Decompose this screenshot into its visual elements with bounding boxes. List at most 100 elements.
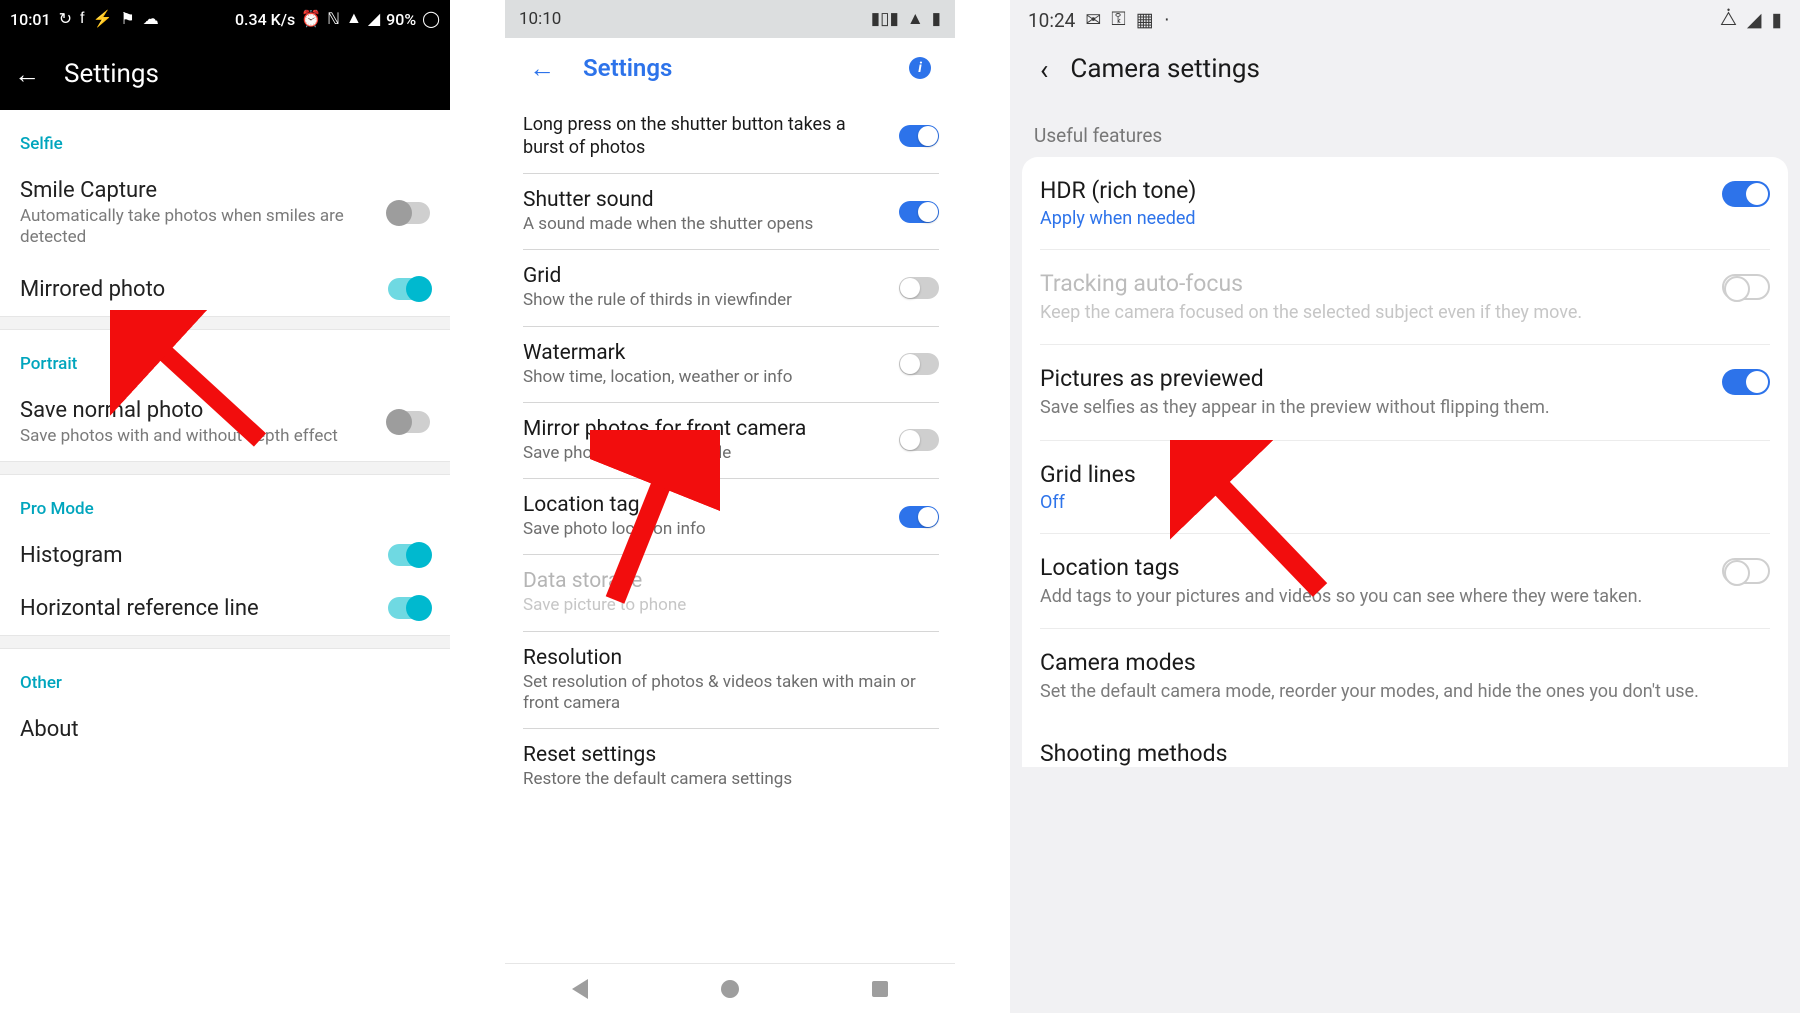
- smile-toggle[interactable]: [388, 202, 430, 224]
- gmail-icon: ✉: [1085, 9, 1101, 32]
- row-grid-lines[interactable]: Grid lines Off: [1040, 441, 1770, 534]
- row-about[interactable]: About: [0, 703, 450, 756]
- back-icon[interactable]: ←: [14, 59, 40, 90]
- reset-title: Reset settings: [523, 743, 939, 767]
- row-pictures-as-previewed[interactable]: Pictures as previewed Save selfies as th…: [1040, 345, 1770, 440]
- row-reset-settings[interactable]: Reset settings Restore the default camer…: [523, 729, 939, 804]
- battery-icon: ▮: [1772, 9, 1782, 32]
- facebook-icon: f: [80, 10, 84, 28]
- loc-toggle[interactable]: [899, 506, 939, 528]
- cmodes-sub: Set the default camera mode, reorder you…: [1040, 680, 1770, 703]
- ltags-sub: Add tags to your pictures and videos so …: [1040, 585, 1706, 608]
- info-icon[interactable]: i: [909, 57, 931, 79]
- pap-title: Pictures as previewed: [1040, 365, 1706, 392]
- back-icon[interactable]: ←: [529, 53, 555, 84]
- taf-sub: Keep the camera focused on the selected …: [1040, 301, 1706, 324]
- row-hdr[interactable]: HDR (rich tone) Apply when needed: [1040, 157, 1770, 250]
- row-shooting-methods[interactable]: Shooting methods: [1022, 724, 1788, 767]
- row-watermark[interactable]: Watermark Show time, location, weather o…: [523, 327, 939, 403]
- hdr-title: HDR (rich tone): [1040, 177, 1706, 204]
- histogram-toggle[interactable]: [388, 544, 430, 566]
- row-grid[interactable]: Grid Show the rule of thirds in viewfind…: [523, 250, 939, 326]
- cmodes-title: Camera modes: [1040, 649, 1770, 676]
- res-title: Resolution: [523, 646, 939, 670]
- gap: [450, 0, 505, 1013]
- chat-icon: ☁: [143, 9, 159, 29]
- vibrate-icon: ▮▯▮: [871, 9, 899, 29]
- save-normal-toggle[interactable]: [388, 411, 430, 433]
- burst-toggle[interactable]: [899, 125, 939, 147]
- status-net: 0.34 K/s: [235, 10, 295, 29]
- battery-icon: ◯: [422, 9, 440, 29]
- divider: [0, 635, 450, 649]
- dot-icon: ·: [1164, 9, 1170, 31]
- wm-sub: Show time, location, weather or info: [523, 367, 887, 388]
- mirrored-toggle[interactable]: [388, 278, 430, 300]
- row-smile-capture[interactable]: Smile Capture Automatically take photos …: [0, 164, 450, 263]
- gridlines-sub: Off: [1040, 492, 1770, 513]
- mirror-title: Mirror photos for front camera: [523, 417, 887, 441]
- nav-home-icon[interactable]: [721, 980, 739, 998]
- shutter-toggle[interactable]: [899, 201, 939, 223]
- about-title: About: [20, 717, 430, 742]
- row-horizontal-ref[interactable]: Horizontal reference line: [0, 582, 450, 635]
- taf-title: Tracking auto-focus: [1040, 270, 1706, 297]
- app-bar: ← Settings i: [505, 38, 955, 98]
- row-camera-modes[interactable]: Camera modes Set the default camera mode…: [1040, 629, 1770, 723]
- row-resolution[interactable]: Resolution Set resolution of photos & vi…: [523, 632, 939, 730]
- gridlines-title: Grid lines: [1040, 461, 1770, 488]
- flag-icon: ⚑: [120, 9, 134, 29]
- battery-icon: ▮: [932, 9, 941, 29]
- row-burst[interactable]: Long press on the shutter button takes a…: [523, 98, 939, 174]
- loc-title: Location tag: [523, 493, 887, 517]
- row-tracking-auto-focus: Tracking auto-focus Keep the camera focu…: [1040, 250, 1770, 345]
- gap: [955, 0, 1010, 1013]
- grid-toggle[interactable]: [899, 277, 939, 299]
- phone-xiaomi: 10:10 ▮▯▮ ▲ ▮ ← Settings i Long press on…: [505, 0, 955, 1013]
- reset-sub: Restore the default camera settings: [523, 769, 939, 790]
- signal-icon: ◢: [368, 9, 380, 29]
- horiz-toggle[interactable]: [388, 597, 430, 619]
- wm-toggle[interactable]: [899, 353, 939, 375]
- status-bar: 10:24 ✉ ⚿ ▦ · ⧊ ◢ ▮: [1010, 0, 1800, 40]
- status-bar: 10:01 ↻ f ⚡ ⚑ ☁ 0.34 K/s ⏰ ℕ ▲ ◢ 90% ◯: [0, 0, 450, 38]
- grid-sub: Show the rule of thirds in viewfinder: [523, 290, 887, 311]
- pap-toggle[interactable]: [1722, 369, 1770, 395]
- back-icon[interactable]: ‹: [1040, 53, 1048, 86]
- mirror-sub: Save photos in mirror mode: [523, 443, 887, 464]
- histogram-title: Histogram: [20, 543, 376, 568]
- hdr-toggle[interactable]: [1722, 181, 1770, 207]
- phone-samsung: 10:24 ✉ ⚿ ▦ · ⧊ ◢ ▮ ‹ Camera settings Us…: [1010, 0, 1800, 1013]
- row-location-tags[interactable]: Location tags Add tags to your pictures …: [1040, 534, 1770, 629]
- settings-card: HDR (rich tone) Apply when needed Tracki…: [1022, 157, 1788, 724]
- shutter-title: Shutter sound: [523, 188, 887, 212]
- row-shutter-sound[interactable]: Shutter sound A sound made when the shut…: [523, 174, 939, 250]
- row-location-tag[interactable]: Location tag Save photo location info: [523, 479, 939, 555]
- section-selfie: Selfie: [0, 110, 450, 164]
- hdr-sub: Apply when needed: [1040, 208, 1706, 229]
- section-pro: Pro Mode: [0, 475, 450, 529]
- save-normal-title: Save normal photo: [20, 398, 376, 423]
- app-bar: ← Settings: [0, 38, 450, 110]
- app-bar: ‹ Camera settings: [1010, 40, 1800, 98]
- pap-sub: Save selfies as they appear in the previ…: [1040, 396, 1706, 419]
- mirrored-title: Mirrored photo: [20, 277, 376, 302]
- row-data-storage: Data storage Save picture to phone: [523, 555, 939, 631]
- burst-sub: Long press on the shutter button takes a…: [523, 114, 887, 159]
- row-save-normal[interactable]: Save normal photo Save photos with and w…: [0, 384, 450, 461]
- mirror-toggle[interactable]: [899, 429, 939, 451]
- row-mirrored-photo[interactable]: Mirrored photo: [0, 263, 450, 316]
- smile-title: Smile Capture: [20, 178, 376, 203]
- taf-toggle: [1722, 274, 1770, 300]
- nav-back-icon[interactable]: [572, 979, 588, 999]
- row-histogram[interactable]: Histogram: [0, 529, 450, 582]
- page-title: Settings: [583, 54, 672, 82]
- nav-recents-icon[interactable]: [872, 981, 888, 997]
- ltags-toggle[interactable]: [1722, 558, 1770, 584]
- nfc-icon: ℕ: [327, 9, 340, 29]
- loc-sub: Save photo location info: [523, 519, 887, 540]
- row-mirror-front[interactable]: Mirror photos for front camera Save phot…: [523, 403, 939, 479]
- section-portrait: Portrait: [0, 330, 450, 384]
- divider: [0, 316, 450, 330]
- section-useful: Useful features: [1010, 98, 1800, 157]
